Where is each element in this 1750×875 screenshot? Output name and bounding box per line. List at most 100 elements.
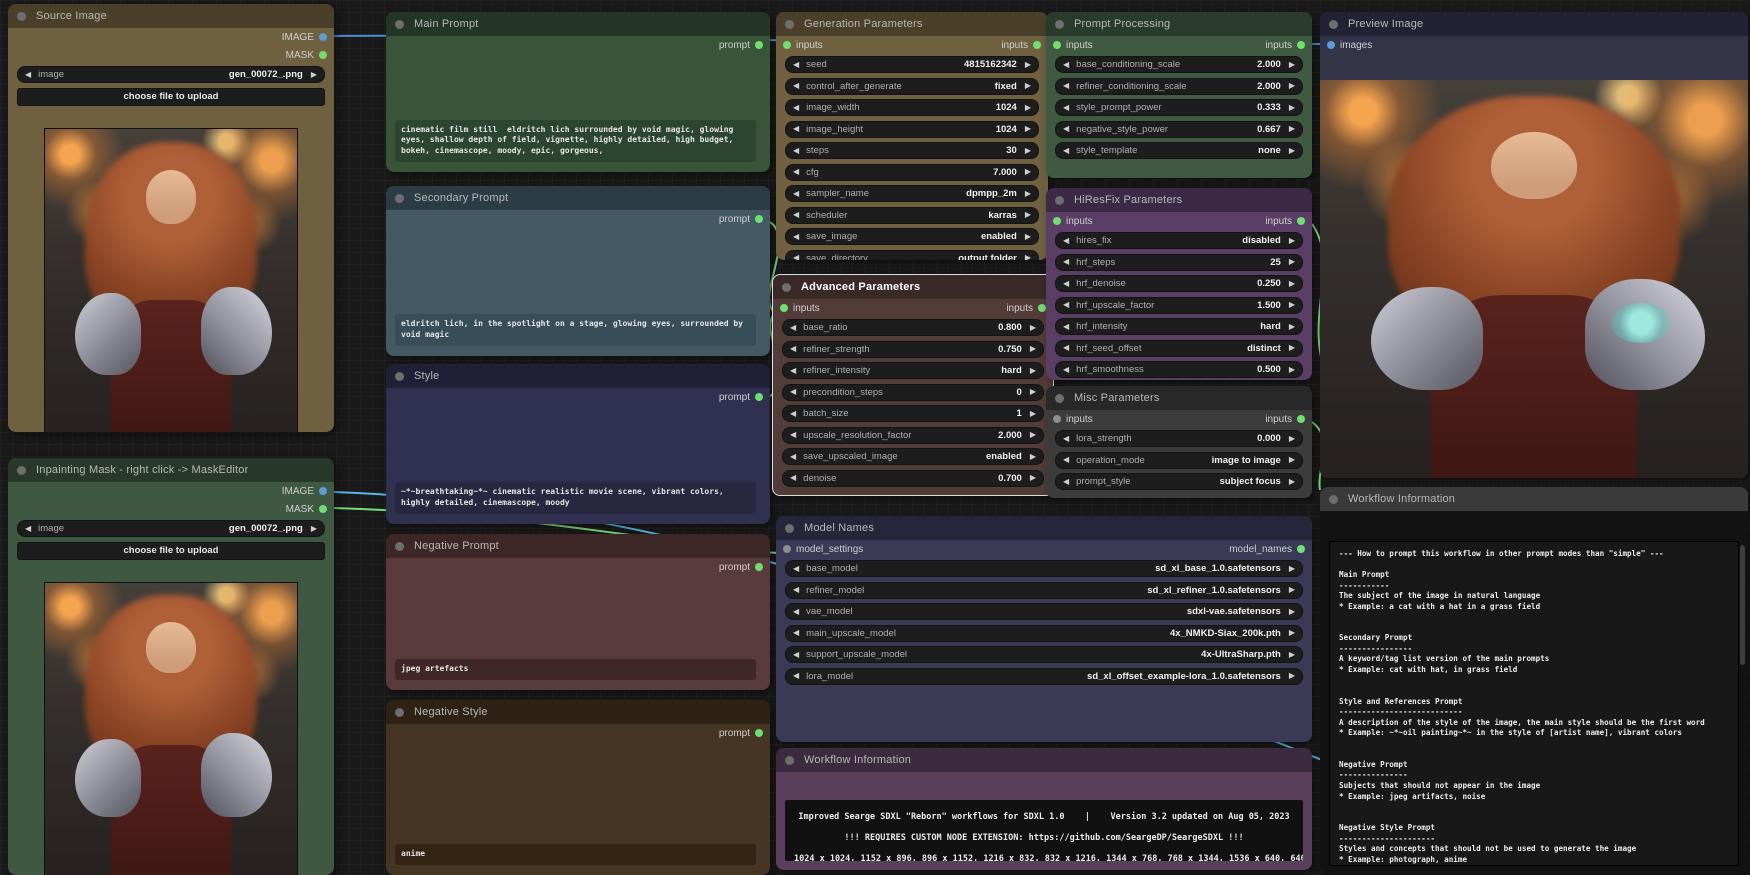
increment-arrow-icon[interactable]: ▶ xyxy=(1030,367,1036,375)
widget-operation_mode[interactable]: ◀operation_modeimage to image▶ xyxy=(1055,452,1303,469)
output-slot-inputs[interactable] xyxy=(1033,41,1041,49)
widget-batch_size[interactable]: ◀batch_size1▶ xyxy=(782,405,1044,422)
node-main-prompt[interactable]: Main Prompt prompt cinematic film still … xyxy=(386,12,770,172)
increment-arrow-icon[interactable]: ▶ xyxy=(1289,586,1295,594)
increment-arrow-icon[interactable]: ▶ xyxy=(1025,233,1031,241)
node-header[interactable]: Model Names xyxy=(776,516,1312,540)
widget-support_upscale_model[interactable]: ◀support_upscale_model4x-UltraSharp.pth▶ xyxy=(785,646,1303,663)
input-slot-model-settings[interactable] xyxy=(783,545,791,553)
decrement-arrow-icon[interactable]: ◀ xyxy=(1063,435,1069,443)
output-slot-model-names[interactable] xyxy=(1297,545,1305,553)
node-generation-parameters[interactable]: Generation Parameters inputs inputs ◀see… xyxy=(776,12,1048,260)
decrement-arrow-icon[interactable]: ◀ xyxy=(1063,82,1069,90)
increment-arrow-icon[interactable]: ▶ xyxy=(1030,474,1036,482)
widget-save_directory[interactable]: ◀save_directoryoutput folder▶ xyxy=(785,250,1039,261)
widget-negative_style_power[interactable]: ◀negative_style_power0.667▶ xyxy=(1055,121,1303,138)
node-advanced-parameters[interactable]: Advanced Parameters inputs inputs ◀base_… xyxy=(772,274,1054,496)
decrement-arrow-icon[interactable]: ◀ xyxy=(793,104,799,112)
widget-image[interactable]: ◀imagegen_00072_.png▶ xyxy=(17,66,325,83)
node-workflow-information-banner[interactable]: Workflow Information Improved Searge SDX… xyxy=(776,748,1312,870)
widget-prompt_style[interactable]: ◀prompt_stylesubject focus▶ xyxy=(1055,473,1303,490)
node-header[interactable]: Source Image xyxy=(8,4,334,28)
increment-arrow-icon[interactable]: ▶ xyxy=(1289,301,1295,309)
prompt-textarea[interactable]: cinematic film still eldritch lich surro… xyxy=(395,120,756,162)
collapse-dot-icon[interactable] xyxy=(17,466,26,475)
node-header[interactable]: Negative Prompt xyxy=(386,534,770,558)
output-slot-inputs[interactable] xyxy=(1038,304,1046,312)
widget-base_conditioning_scale[interactable]: ◀base_conditioning_scale2.000▶ xyxy=(1055,56,1303,73)
decrement-arrow-icon[interactable]: ◀ xyxy=(1063,258,1069,266)
widget-hrf_intensity[interactable]: ◀hrf_intensityhard▶ xyxy=(1055,318,1303,335)
node-header[interactable]: Workflow Information xyxy=(1320,487,1748,511)
increment-arrow-icon[interactable]: ▶ xyxy=(1289,366,1295,374)
increment-arrow-icon[interactable]: ▶ xyxy=(1289,478,1295,486)
output-slot-prompt[interactable] xyxy=(755,729,763,737)
node-header[interactable]: Preview Image xyxy=(1320,12,1748,36)
decrement-arrow-icon[interactable]: ◀ xyxy=(793,651,799,659)
node-header[interactable]: Style xyxy=(386,364,770,388)
increment-arrow-icon[interactable]: ▶ xyxy=(1289,237,1295,245)
decrement-arrow-icon[interactable]: ◀ xyxy=(1063,237,1069,245)
increment-arrow-icon[interactable]: ▶ xyxy=(1289,344,1295,352)
increment-arrow-icon[interactable]: ▶ xyxy=(1289,456,1295,464)
output-slot-inputs[interactable] xyxy=(1297,415,1305,423)
decrement-arrow-icon[interactable]: ◀ xyxy=(1063,323,1069,331)
increment-arrow-icon[interactable]: ▶ xyxy=(1025,190,1031,198)
decrement-arrow-icon[interactable]: ◀ xyxy=(790,410,796,418)
increment-arrow-icon[interactable]: ▶ xyxy=(1025,147,1031,155)
input-slot-images[interactable] xyxy=(1327,41,1335,49)
input-slot-inputs[interactable] xyxy=(1053,415,1061,423)
increment-arrow-icon[interactable]: ▶ xyxy=(1289,672,1295,680)
increment-arrow-icon[interactable]: ▶ xyxy=(1289,147,1295,155)
increment-arrow-icon[interactable]: ▶ xyxy=(1289,82,1295,90)
node-secondary-prompt[interactable]: Secondary Prompt prompt eldritch lich, i… xyxy=(386,186,770,356)
collapse-dot-icon[interactable] xyxy=(17,12,26,21)
increment-arrow-icon[interactable]: ▶ xyxy=(1030,388,1036,396)
node-header[interactable]: Main Prompt xyxy=(386,12,770,36)
collapse-dot-icon[interactable] xyxy=(395,708,404,717)
output-slot-prompt[interactable] xyxy=(755,41,763,49)
node-header[interactable]: Prompt Processing xyxy=(1046,12,1312,36)
collapse-dot-icon[interactable] xyxy=(1329,495,1338,504)
decrement-arrow-icon[interactable]: ◀ xyxy=(25,525,31,533)
widget-image[interactable]: ◀imagegen_00072_.png▶ xyxy=(17,520,325,537)
node-style-prompt[interactable]: Style prompt ~*~breathtaking~*~ cinemati… xyxy=(386,364,770,524)
input-slot-inputs[interactable] xyxy=(783,41,791,49)
increment-arrow-icon[interactable]: ▶ xyxy=(1030,431,1036,439)
decrement-arrow-icon[interactable]: ◀ xyxy=(790,474,796,482)
input-slot-inputs[interactable] xyxy=(1053,41,1061,49)
choose-file-button[interactable]: choose file to upload xyxy=(17,88,325,106)
widget-refiner_strength[interactable]: ◀refiner_strength0.750▶ xyxy=(782,341,1044,358)
widget-denoise[interactable]: ◀denoise0.700▶ xyxy=(782,470,1044,487)
widget-steps[interactable]: ◀steps30▶ xyxy=(785,142,1039,159)
increment-arrow-icon[interactable]: ▶ xyxy=(1025,168,1031,176)
decrement-arrow-icon[interactable]: ◀ xyxy=(793,125,799,133)
node-source-image[interactable]: Source Image IMAGE MASK ◀imagegen_00072_… xyxy=(8,4,334,432)
decrement-arrow-icon[interactable]: ◀ xyxy=(1063,125,1069,133)
decrement-arrow-icon[interactable]: ◀ xyxy=(790,388,796,396)
widget-hrf_seed_offset[interactable]: ◀hrf_seed_offsetdistinct▶ xyxy=(1055,340,1303,357)
prompt-textarea[interactable]: jpeg artefacts xyxy=(395,659,756,680)
increment-arrow-icon[interactable]: ▶ xyxy=(1289,608,1295,616)
decrement-arrow-icon[interactable]: ◀ xyxy=(793,565,799,573)
decrement-arrow-icon[interactable]: ◀ xyxy=(793,629,799,637)
output-slot-image[interactable] xyxy=(319,487,327,495)
widget-hrf_denoise[interactable]: ◀hrf_denoise0.250▶ xyxy=(1055,275,1303,292)
increment-arrow-icon[interactable]: ▶ xyxy=(1289,435,1295,443)
decrement-arrow-icon[interactable]: ◀ xyxy=(1063,344,1069,352)
decrement-arrow-icon[interactable]: ◀ xyxy=(1063,61,1069,69)
decrement-arrow-icon[interactable]: ◀ xyxy=(790,453,796,461)
widget-hires_fix[interactable]: ◀hires_fixdisabled▶ xyxy=(1055,232,1303,249)
output-slot-prompt[interactable] xyxy=(755,393,763,401)
increment-arrow-icon[interactable]: ▶ xyxy=(1030,324,1036,332)
node-header[interactable]: Negative Style xyxy=(386,700,770,724)
node-model-names[interactable]: Model Names model_settings model_names ◀… xyxy=(776,516,1312,742)
widget-refiner_conditioning_scale[interactable]: ◀refiner_conditioning_scale2.000▶ xyxy=(1055,78,1303,95)
increment-arrow-icon[interactable]: ▶ xyxy=(1289,125,1295,133)
widget-precondition_steps[interactable]: ◀precondition_steps0▶ xyxy=(782,384,1044,401)
input-slot-inputs[interactable] xyxy=(1053,217,1061,225)
widget-main_upscale_model[interactable]: ◀main_upscale_model4x_NMKD-Siax_200k.pth… xyxy=(785,625,1303,642)
increment-arrow-icon[interactable]: ▶ xyxy=(1025,211,1031,219)
prompt-textarea[interactable]: anime xyxy=(395,844,756,865)
widget-save_image[interactable]: ◀save_imageenabled▶ xyxy=(785,228,1039,245)
